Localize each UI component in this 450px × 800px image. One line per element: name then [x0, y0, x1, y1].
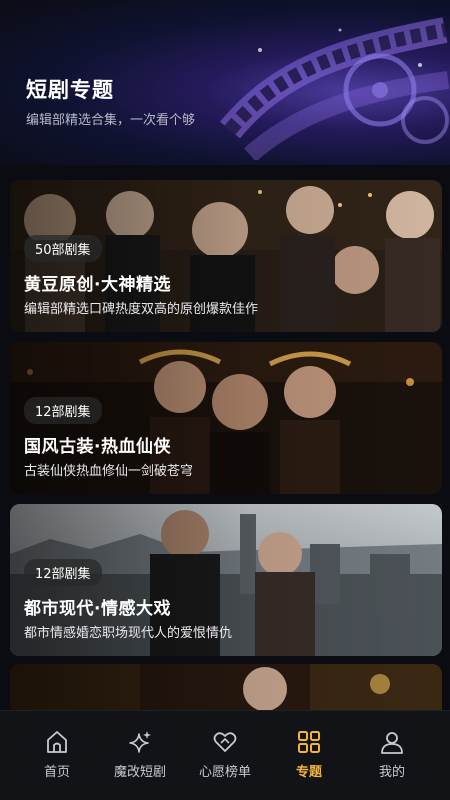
episode-count-badge: 12部剧集 [24, 559, 102, 586]
topic-card-original[interactable]: 50部剧集 黄豆原创·大神精选 编辑部精选口碑热度双高的原创爆款佳作 [10, 180, 442, 332]
tab-label: 魔改短剧 [113, 765, 166, 780]
tab-wishlist[interactable]: 心愿榜单 [185, 729, 265, 780]
film-reel-illustration [220, 17, 450, 160]
topic-banner: 短剧专题 编辑部精选合集，一次看个够 [0, 0, 450, 165]
user-icon [381, 732, 403, 754]
card-description: 都市情感婚恋职场现代人的爱恨情仇 [24, 626, 233, 641]
heart-icon [213, 732, 237, 752]
topic-card-urban[interactable]: 12部剧集 都市现代·情感大戏 都市情感婚恋职场现代人的爱恨情仇 [10, 504, 442, 656]
topic-list: 50部剧集 黄豆原创·大神精选 编辑部精选口碑热度双高的原创爆款佳作 12部剧集… [0, 165, 450, 710]
topic-card-xianxia[interactable]: 12部剧集 国风古装·热血仙侠 古装仙侠热血修仙一剑破苍穹 [10, 342, 442, 494]
episode-count-badge: 12部剧集 [24, 397, 102, 424]
card-description: 编辑部精选口碑热度双高的原创爆款佳作 [24, 302, 259, 317]
tab-label: 我的 [378, 765, 405, 780]
card-title: 黄豆原创·大神精选 [24, 275, 171, 295]
grid-icon [298, 731, 320, 753]
tab-label: 首页 [43, 765, 70, 780]
page-title: 短剧专题 [26, 78, 114, 102]
episode-count-badge: 50部剧集 [24, 235, 102, 262]
tab-label: 心愿榜单 [198, 765, 251, 780]
card-description: 古装仙侠热血修仙一剑破苍穹 [24, 464, 194, 479]
card-title: 都市现代·情感大戏 [24, 599, 171, 619]
home-icon [47, 731, 67, 753]
sparkle-icon [129, 731, 151, 753]
tab-label: 专题 [295, 765, 322, 780]
tab-remix[interactable]: 魔改短剧 [100, 729, 180, 780]
topic-card-partial[interactable] [10, 664, 442, 710]
card-title: 国风古装·热血仙侠 [24, 437, 171, 457]
tab-home[interactable]: 首页 [17, 729, 97, 780]
tab-profile[interactable]: 我的 [352, 729, 432, 780]
page-subtitle: 编辑部精选合集，一次看个够 [26, 113, 196, 128]
bottom-tab-bar: 首页 魔改短剧 心愿榜单 专题 我的 [0, 710, 450, 800]
tab-topics[interactable]: 专题 [269, 729, 349, 780]
